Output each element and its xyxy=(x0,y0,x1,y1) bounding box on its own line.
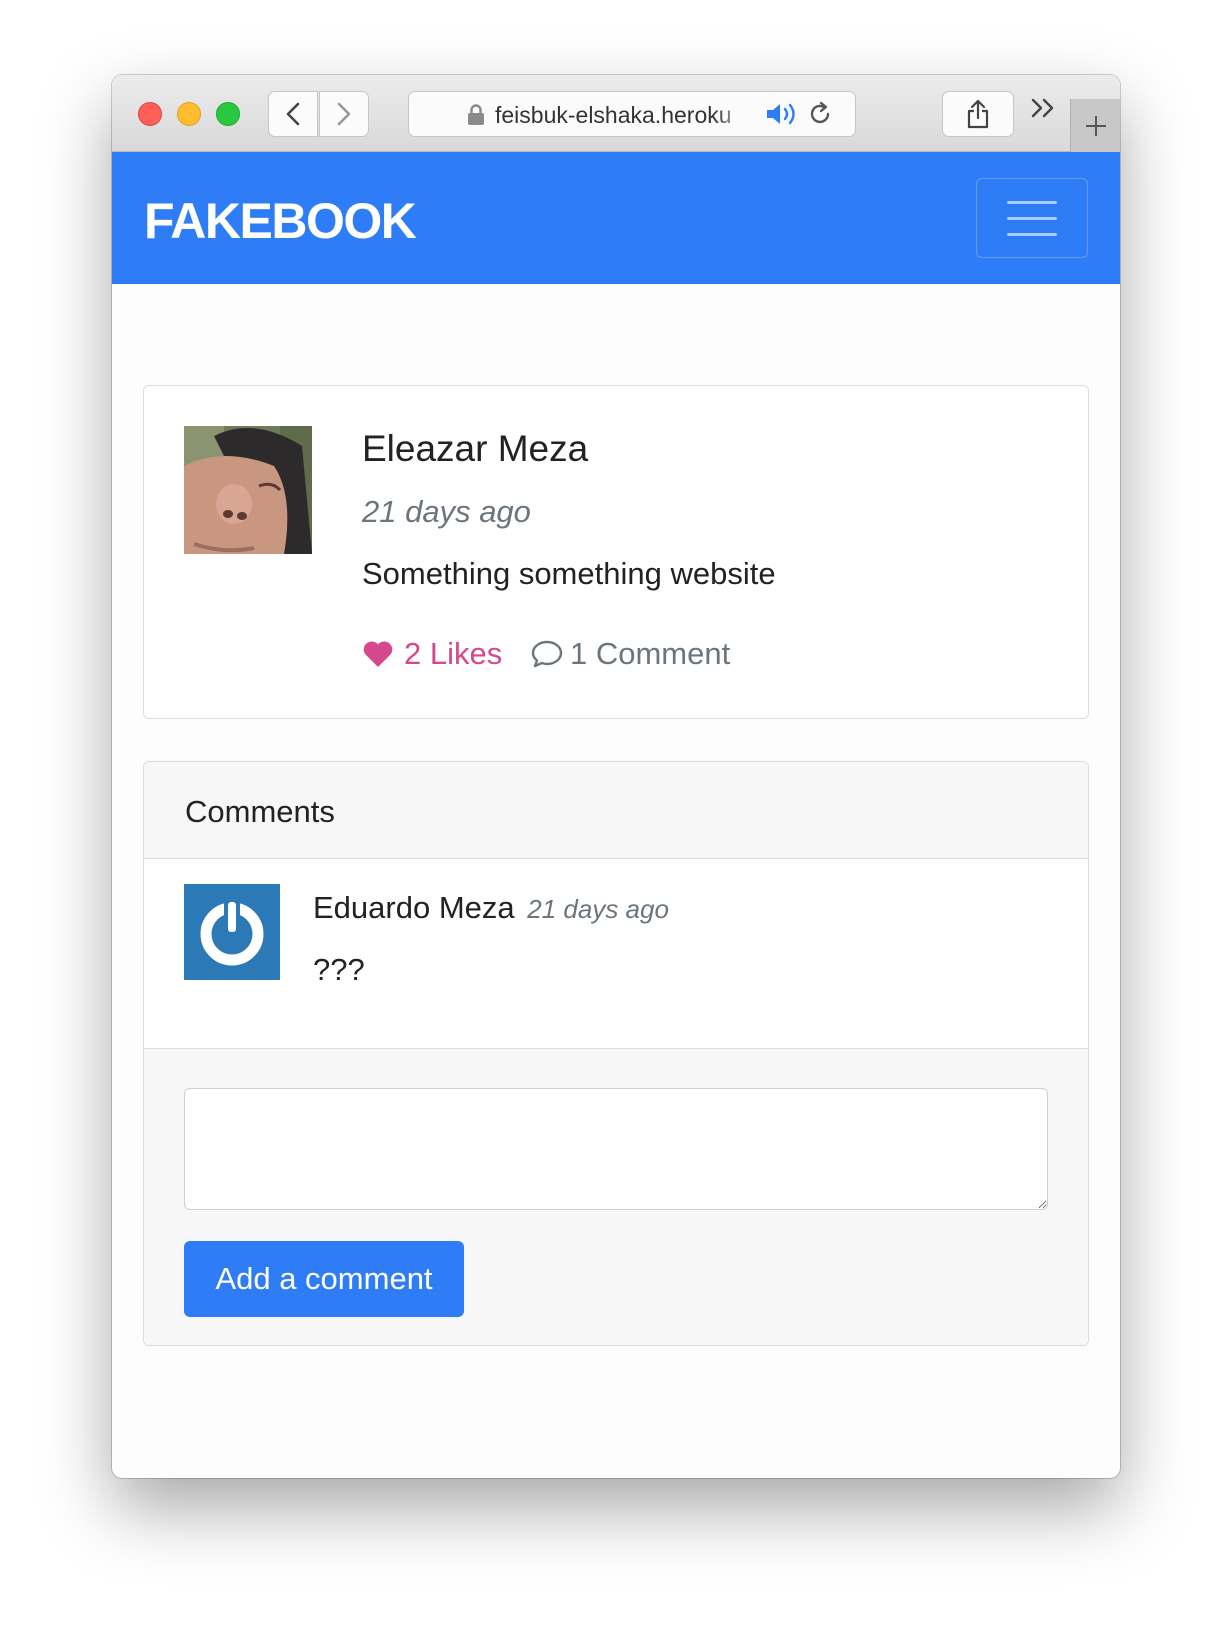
likes-count-label: 2 Likes xyxy=(404,636,503,671)
lock-icon xyxy=(468,104,484,125)
comments-header: Comments xyxy=(144,762,1088,859)
comment-author-avatar[interactable] xyxy=(184,884,280,980)
forward-button[interactable] xyxy=(319,91,369,137)
comment-item: Eduardo Meza 21 days ago xyxy=(313,890,669,926)
menu-icon-line xyxy=(1007,201,1057,204)
post-author-avatar[interactable] xyxy=(184,426,312,554)
browser-toolbar: feisbuk-elshaka.heroku xyxy=(112,75,1120,152)
zoom-window-button[interactable] xyxy=(216,102,240,126)
reload-icon[interactable] xyxy=(807,101,833,127)
comment-timestamp: 21 days ago xyxy=(527,894,669,924)
browser-window: feisbuk-elshaka.heroku FAKEBOOK Eleazar … xyxy=(112,75,1120,1478)
comment-form: Add a comment xyxy=(144,1048,1088,1345)
post-body-text: Something something website xyxy=(362,556,776,591)
new-tab-button[interactable] xyxy=(1070,99,1120,152)
share-button[interactable] xyxy=(942,91,1014,137)
speaker-icon[interactable] xyxy=(765,101,801,127)
comment-author-name[interactable]: Eduardo Meza xyxy=(313,890,515,925)
toolbar-overflow-chevrons-icon[interactable] xyxy=(1030,95,1058,126)
menu-icon-line xyxy=(1007,217,1057,220)
likes-link[interactable]: 2 Likes xyxy=(362,636,502,672)
menu-icon-line xyxy=(1007,233,1057,236)
close-window-button[interactable] xyxy=(138,102,162,126)
comments-card: Comments Eduardo Meza 21 days ago ??? Ad… xyxy=(143,761,1089,1346)
comments-count-label: 1 Comment xyxy=(570,636,731,671)
add-comment-button[interactable]: Add a comment xyxy=(184,1241,464,1317)
address-url: feisbuk-elshaka.heroku xyxy=(495,102,732,128)
comment-bubble-icon xyxy=(531,640,563,668)
post-timestamp: 21 days ago xyxy=(362,494,531,529)
minimize-window-button[interactable] xyxy=(177,102,201,126)
comments-heading: Comments xyxy=(185,794,335,829)
chevron-right-icon xyxy=(337,102,351,126)
address-bar[interactable]: feisbuk-elshaka.heroku xyxy=(408,91,856,137)
comment-text: ??? xyxy=(313,952,365,987)
site-brand[interactable]: FAKEBOOK xyxy=(144,192,417,250)
post-card: Eleazar Meza 21 days ago Something somet… xyxy=(143,385,1089,719)
post-author-name[interactable]: Eleazar Meza xyxy=(362,428,588,470)
plus-icon xyxy=(1085,115,1106,136)
site-navbar: FAKEBOOK xyxy=(112,152,1120,284)
heart-icon xyxy=(363,641,393,667)
comment-textarea[interactable] xyxy=(184,1088,1048,1210)
back-button[interactable] xyxy=(268,91,318,137)
navbar-toggle-button[interactable] xyxy=(976,178,1088,258)
comments-count-link[interactable]: 1 Comment xyxy=(530,636,730,672)
chevron-left-icon xyxy=(286,102,300,126)
share-icon xyxy=(967,99,989,129)
